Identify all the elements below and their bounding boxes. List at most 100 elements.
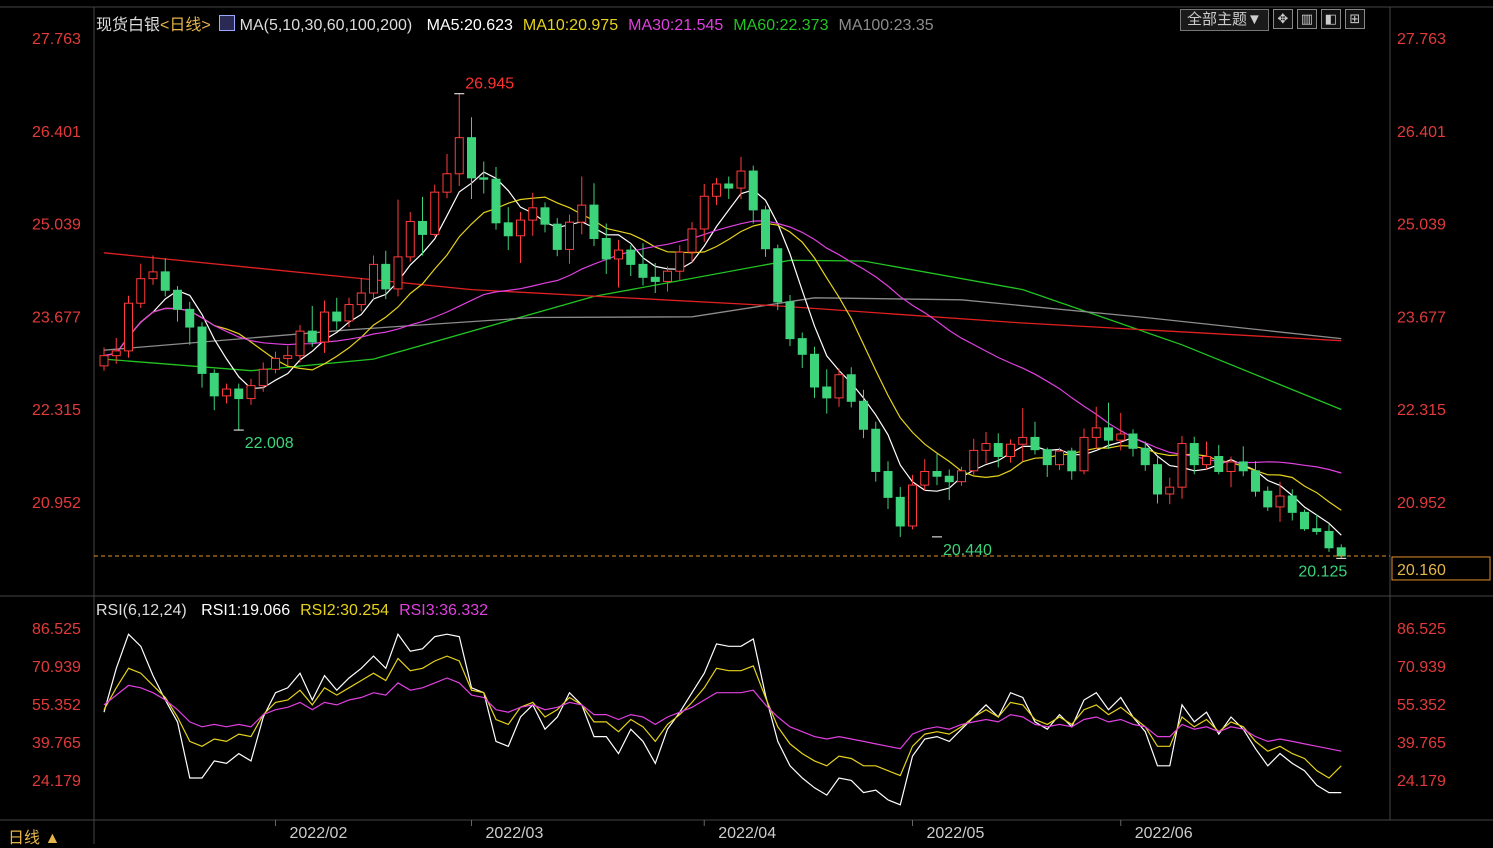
rsi-tick-left-3: 39.765: [32, 735, 81, 752]
ma-line-ma100: [103, 297, 1342, 351]
candle-body-94: [1251, 470, 1260, 492]
y-tick-left-0: 27.763: [32, 31, 81, 48]
rsi-line-rsi3: [103, 677, 1342, 752]
candle-body-67: [920, 470, 930, 486]
y-tick-left-1: 26.401: [32, 124, 81, 141]
candle-body-51: [724, 183, 734, 189]
candle-body-83: [1116, 433, 1126, 441]
candle-body-21: [356, 292, 366, 306]
annotation-1: 22.008: [245, 435, 294, 452]
candle-body-1: [111, 350, 121, 357]
candle-body-62: [859, 400, 868, 430]
rsi-label: RSI(6,12,24): [96, 602, 187, 619]
candle-body-68: [932, 470, 942, 477]
candle-body-55: [773, 248, 783, 303]
candle-body-3: [136, 278, 146, 304]
candle-body-61: [846, 374, 856, 402]
candle-body-59: [822, 386, 832, 399]
y-tick-right-0: 27.763: [1397, 31, 1446, 48]
y-tick-right-1: 26.401: [1397, 124, 1446, 141]
candle-body-29: [454, 137, 464, 175]
x-tick-0: 2022/02: [290, 825, 348, 842]
candle-body-70: [957, 470, 966, 483]
rsi-tick-right-2: 55.352: [1397, 697, 1446, 714]
candle-body-6: [173, 289, 182, 310]
candle-body-89: [1189, 443, 1199, 466]
x-tick-1: 2022/03: [486, 825, 544, 842]
candle-body-5: [160, 271, 170, 291]
candle-body-71: [969, 449, 979, 472]
candle-body-34: [516, 219, 525, 237]
candle-body-36: [540, 207, 550, 225]
candle-body-7: [185, 308, 195, 328]
candle-body-23: [381, 263, 391, 290]
period-label[interactable]: <日线>: [160, 17, 211, 34]
candle-body-82: [1104, 427, 1113, 441]
candle-body-4: [148, 271, 158, 280]
candle-body-48: [687, 228, 697, 253]
candle-body-72: [981, 443, 991, 451]
rsi-tick-left-0: 86.525: [32, 621, 81, 638]
candle-body-31: [479, 177, 489, 180]
y-tick-left-2: 25.039: [32, 217, 81, 234]
candle-body-0: [99, 355, 109, 367]
candle-body-13: [258, 368, 268, 387]
candle-body-41: [601, 237, 611, 260]
candle-body-80: [1079, 436, 1089, 472]
layout-icon[interactable]: ▥: [1296, 9, 1317, 29]
candle-body-96: [1275, 495, 1285, 508]
candle-body-45: [650, 276, 660, 282]
candle-body-101: [1336, 547, 1346, 557]
candle-body-18: [320, 311, 329, 343]
candle-body-54: [761, 209, 770, 250]
candle-body-15: [283, 355, 293, 359]
rsi-value-2: RSI3:36.332: [399, 602, 489, 619]
ma-line-ma200: [103, 252, 1342, 342]
last-price-label: 20.160: [1397, 562, 1446, 579]
candle-body-20: [344, 304, 354, 322]
theme-dropdown-button[interactable]: 全部主题▼: [1180, 9, 1269, 31]
indicator-icon[interactable]: [219, 15, 236, 31]
annotation-0: 26.945: [465, 76, 514, 93]
ma-value-0: MA5:20.623: [426, 17, 513, 34]
ma-values: MA5:20.623 MA10:20.975 MA30:21.545 MA60:22.…: [417, 17, 934, 34]
candle-body-87: [1165, 486, 1175, 495]
candle-body-66: [908, 484, 917, 527]
y-tick-right-3: 23.677: [1397, 309, 1446, 326]
period-tab[interactable]: 日线 ▲: [8, 824, 60, 848]
candle-body-57: [797, 338, 807, 355]
candle-body-11: [234, 388, 244, 400]
candle-body-63: [871, 428, 881, 472]
candle-body-95: [1263, 490, 1273, 508]
candle-body-8: [197, 326, 207, 374]
candle-body-100: [1324, 530, 1334, 549]
candle-body-79: [1067, 450, 1077, 472]
ma-line-ma10: [103, 196, 1342, 511]
rsi-legend: RSI(6,12,24) RSI1:19.066 RSI2:30.254 RSI3:…: [96, 602, 488, 620]
candle-body-65: [895, 496, 905, 527]
y-tick-right-4: 22.315: [1397, 402, 1446, 419]
grid-plus-icon[interactable]: ✥: [1272, 9, 1293, 29]
candle-body-77: [1042, 449, 1052, 466]
rsi-values: RSI1:19.066 RSI2:30.254 RSI3:36.332: [191, 602, 488, 619]
candle-body-14: [271, 357, 280, 370]
rsi-tick-right-0: 86.525: [1397, 621, 1446, 638]
candle-body-28: [442, 173, 452, 193]
expand-icon[interactable]: ⊞: [1344, 9, 1365, 29]
candle-body-52: [736, 170, 746, 189]
rsi-value-0: RSI1:19.066: [201, 602, 291, 619]
candle-body-88: [1177, 443, 1187, 488]
ma-value-2: MA30:21.545: [628, 17, 724, 34]
candle-body-60: [834, 374, 844, 399]
x-tick-4: 2022/06: [1135, 825, 1193, 842]
candle-body-92: [1226, 461, 1236, 472]
symbol-name: 现货白银: [96, 17, 161, 34]
candle-body-99: [1312, 528, 1322, 532]
candle-body-30: [467, 137, 476, 179]
panel-icon[interactable]: ◧: [1320, 9, 1341, 29]
ma-label: MA(5,10,30,60,100,200): [239, 17, 413, 34]
candle-body-91: [1214, 455, 1224, 472]
candle-body-46: [663, 270, 672, 282]
candle-body-12: [246, 385, 256, 400]
candle-body-17: [307, 330, 317, 343]
